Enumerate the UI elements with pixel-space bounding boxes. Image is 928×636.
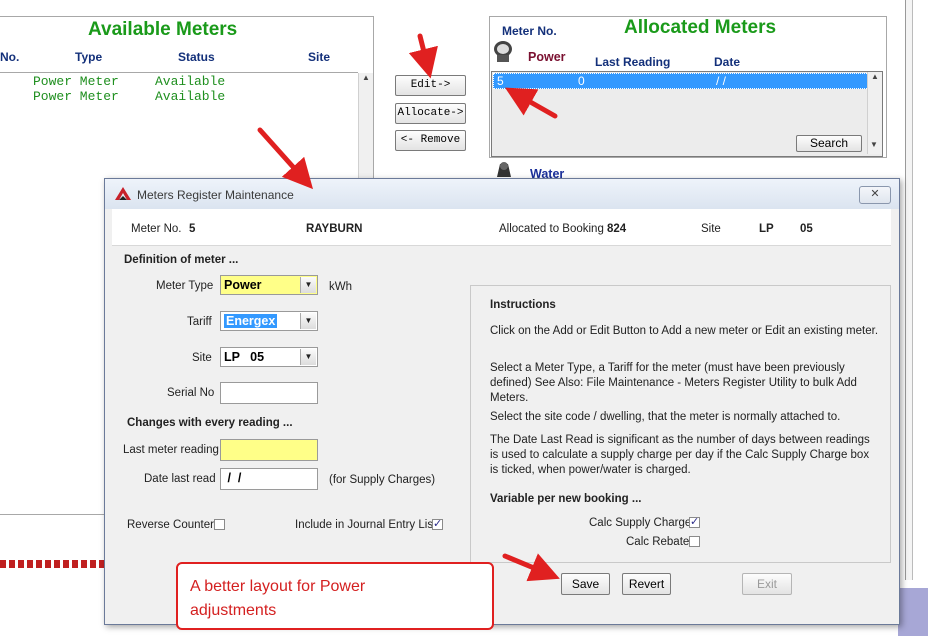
arrow-to-edit (408, 33, 438, 79)
arrow-to-save (502, 553, 560, 582)
annotation-arrows (257, 33, 560, 582)
arrow-to-selected-row (504, 87, 558, 119)
arrow-to-dialog (257, 127, 314, 190)
